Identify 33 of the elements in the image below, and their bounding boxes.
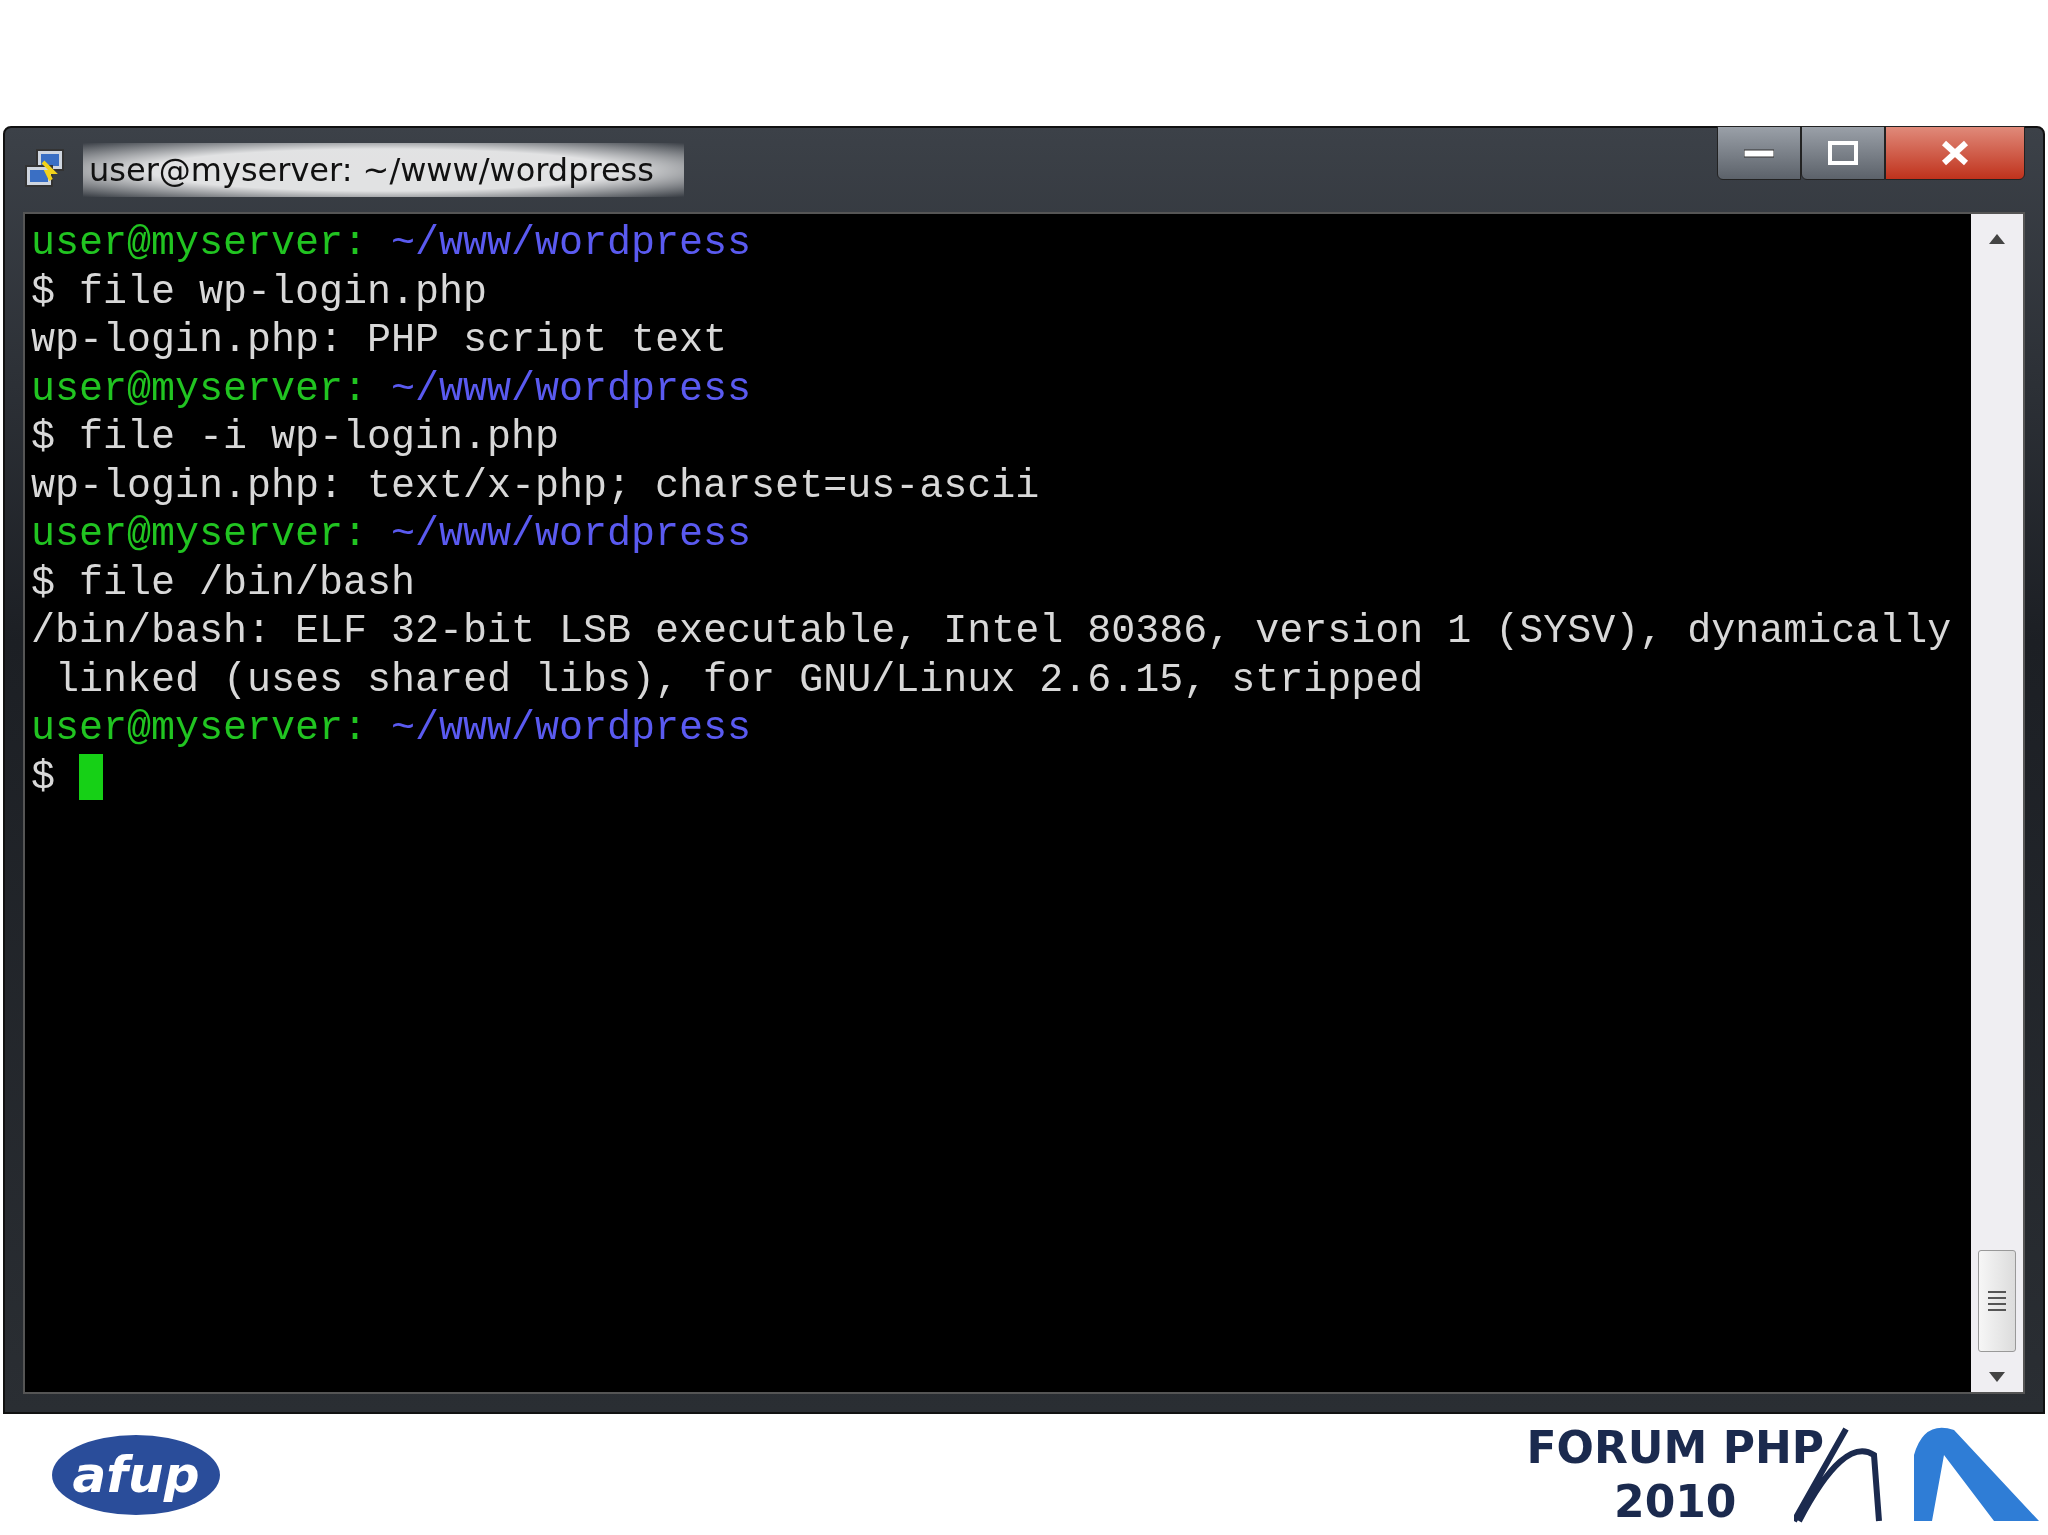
event-name: FORUM PHP: [1526, 1420, 1824, 1475]
afup-logo: afup: [52, 1434, 220, 1515]
prompt-path: ~/www/wordpress: [391, 705, 752, 753]
prompt-user: user@myserver:: [31, 511, 368, 559]
prompt-path: ~/www/wordpress: [391, 511, 752, 559]
output-text: linked (uses shared libs), for GNU/Linux 2.6.15, stripped: [54, 656, 1424, 705]
prompt-user: user@myserver:: [31, 365, 368, 414]
minimize-button[interactable]: [1717, 126, 1801, 180]
prompt-user: user@myserver:: [31, 220, 368, 268]
text-cursor: [79, 753, 103, 800]
scroll-down-arrow-icon[interactable]: [1989, 1372, 2005, 1382]
scrollbar-thumb[interactable]: [1978, 1250, 2016, 1352]
prompt-sign: $: [31, 414, 55, 462]
prompt-sign: $: [31, 753, 55, 802]
prompt-user: user@myserver:: [31, 705, 368, 753]
scroll-up-arrow-icon[interactable]: [1989, 234, 2005, 244]
window-title: user@myserver: ~/www/wordpress: [83, 143, 684, 197]
maximize-button[interactable]: [1801, 126, 1885, 180]
command-text: file -i wp-login.php: [79, 414, 560, 462]
event-year: 2010: [1614, 1474, 1737, 1529]
command-text: file wp-login.php: [79, 268, 488, 317]
prompt-sign: $: [31, 559, 55, 608]
prompt-sign: $: [31, 268, 55, 317]
output-text: wp-login.php: PHP script text: [31, 317, 728, 365]
output-text: /bin/bash: ELF 32-bit LSB executable, Intel 80386, version 1 (SYSV), dynamically: [31, 608, 1952, 656]
command-text: file /bin/bash: [79, 559, 416, 608]
maximize-icon: [1828, 141, 1858, 165]
output-text: wp-login.php: text/x-php; charset=us-ascii: [31, 462, 1040, 511]
close-button[interactable]: [1885, 126, 2025, 180]
close-icon: [1940, 140, 1970, 166]
prompt-path: ~/www/wordpress: [391, 365, 752, 414]
minimize-icon: [1744, 148, 1774, 158]
prompt-path: ~/www/wordpress: [391, 220, 752, 268]
